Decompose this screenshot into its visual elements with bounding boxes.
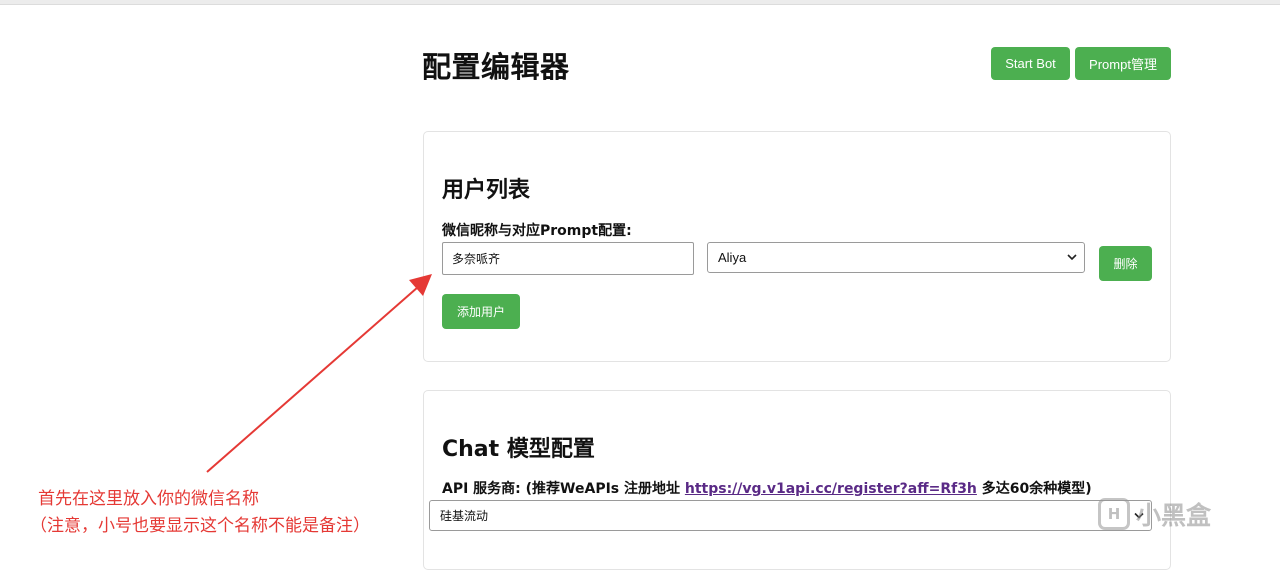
start-bot-button[interactable]: Start Bot [991,47,1070,80]
wechat-nickname-input[interactable] [442,242,694,275]
chevron-down-icon [1067,252,1077,264]
nickname-prompt-label: 微信昵称与对应Prompt配置: [442,223,632,239]
prompt-select-value: Aliya [718,250,747,265]
prompt-manage-button[interactable]: Prompt管理 [1075,47,1171,80]
api-provider-select[interactable]: 硅基流动 [429,500,1152,531]
xiaoheihe-logo-icon: H [1098,498,1130,530]
page-title: 配置编辑器 [422,50,570,84]
chat-model-card: Chat 模型配置 API 服务商: (推荐WeAPIs 注册地址 https:… [423,390,1171,570]
delete-user-button[interactable]: 删除 [1099,246,1152,281]
api-provider-select-value: 硅基流动 [440,509,489,523]
weapis-register-link[interactable]: https://vg.v1api.cc/register?aff=Rf3h [685,481,977,497]
user-list-card: 用户列表 微信昵称与对应Prompt配置: Aliya 删除 添加用户 [423,131,1171,362]
add-user-button[interactable]: 添加用户 [442,294,520,329]
api-provider-label: API 服务商: (推荐WeAPIs 注册地址 https://vg.v1api… [442,478,1092,498]
api-provider-label-prefix: API 服务商: (推荐WeAPIs 注册地址 [442,481,680,497]
browser-top-strip [0,0,1280,5]
annotation-line-2: （注意，小号也要显示这个名称不能是备注） [30,516,370,536]
annotation-line-1: 首先在这里放入你的微信名称 [38,489,259,509]
api-provider-label-suffix: 多达60余种模型) [981,481,1092,497]
chat-model-title: Chat 模型配置 [442,437,595,462]
xiaoheihe-watermark: H 小黑盒 [1098,496,1211,532]
watermark-text: 小黑盒 [1136,501,1212,530]
prompt-select[interactable]: Aliya [707,242,1085,273]
user-list-title: 用户列表 [442,178,531,203]
